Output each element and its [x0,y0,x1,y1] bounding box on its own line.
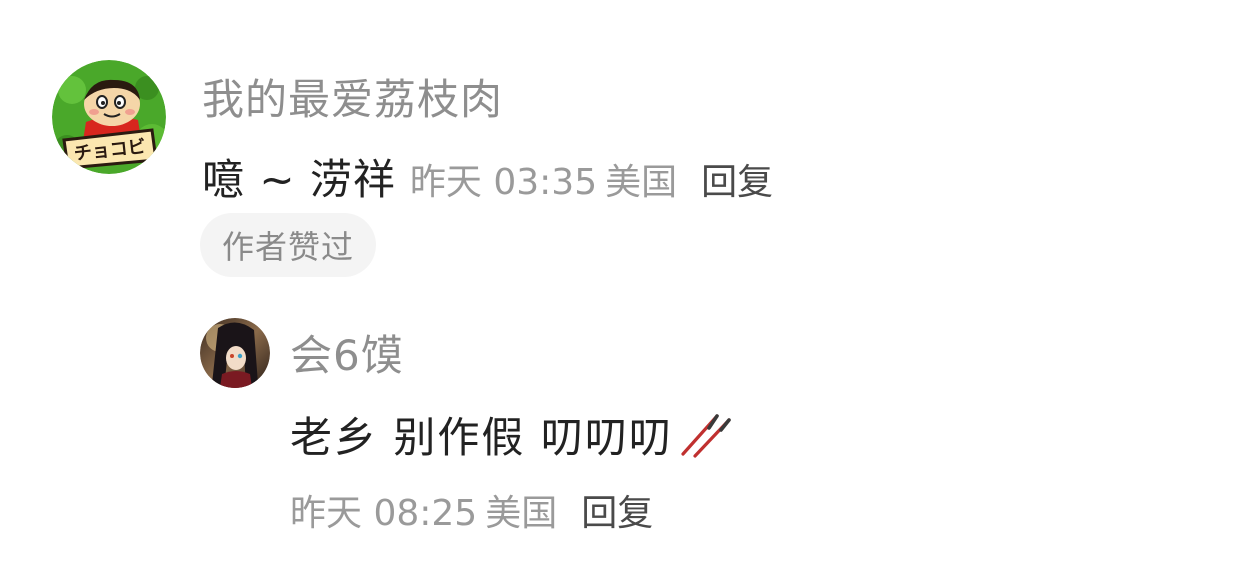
reply-location: 美国 [485,493,558,534]
comment-time: 昨天 03:35 [409,162,598,203]
chopsticks-icon [681,413,731,458]
author-liked-badge: 作者赞过 [200,213,377,277]
comment-text: 噫 ~ 涝祥 [202,155,396,204]
reply-reply-button[interactable]: 回复 [581,484,653,536]
author-liked-label: 作者赞过 [222,228,355,266]
reply-username[interactable]: 会6馍 [290,322,404,383]
reply-body: 老乡 别作假 叨叨叨 [290,404,735,465]
reply-text: 老乡 别作假 叨叨叨 [290,413,673,462]
comment-thread: チョコビ 我的最爱荔枝肉 噫 ~ 涝祥 昨天 03:35 美国 回复 作者赞过 [0,0,1260,563]
cartoon-avatar-icon[interactable]: チョコビ [52,60,166,174]
anime-avatar-icon[interactable] [200,318,270,388]
comment-body: 噫 ~ 涝祥 昨天 03:35 美国 回复 [202,146,773,207]
reply-meta: 昨天 08:25 美国 回复 [290,484,653,536]
comment-username[interactable]: 我的最爱荔枝肉 [202,66,503,127]
comment-reply-button[interactable]: 回复 [701,153,773,205]
comment-location: 美国 [605,162,678,203]
reply-time: 昨天 08:25 [290,493,478,534]
